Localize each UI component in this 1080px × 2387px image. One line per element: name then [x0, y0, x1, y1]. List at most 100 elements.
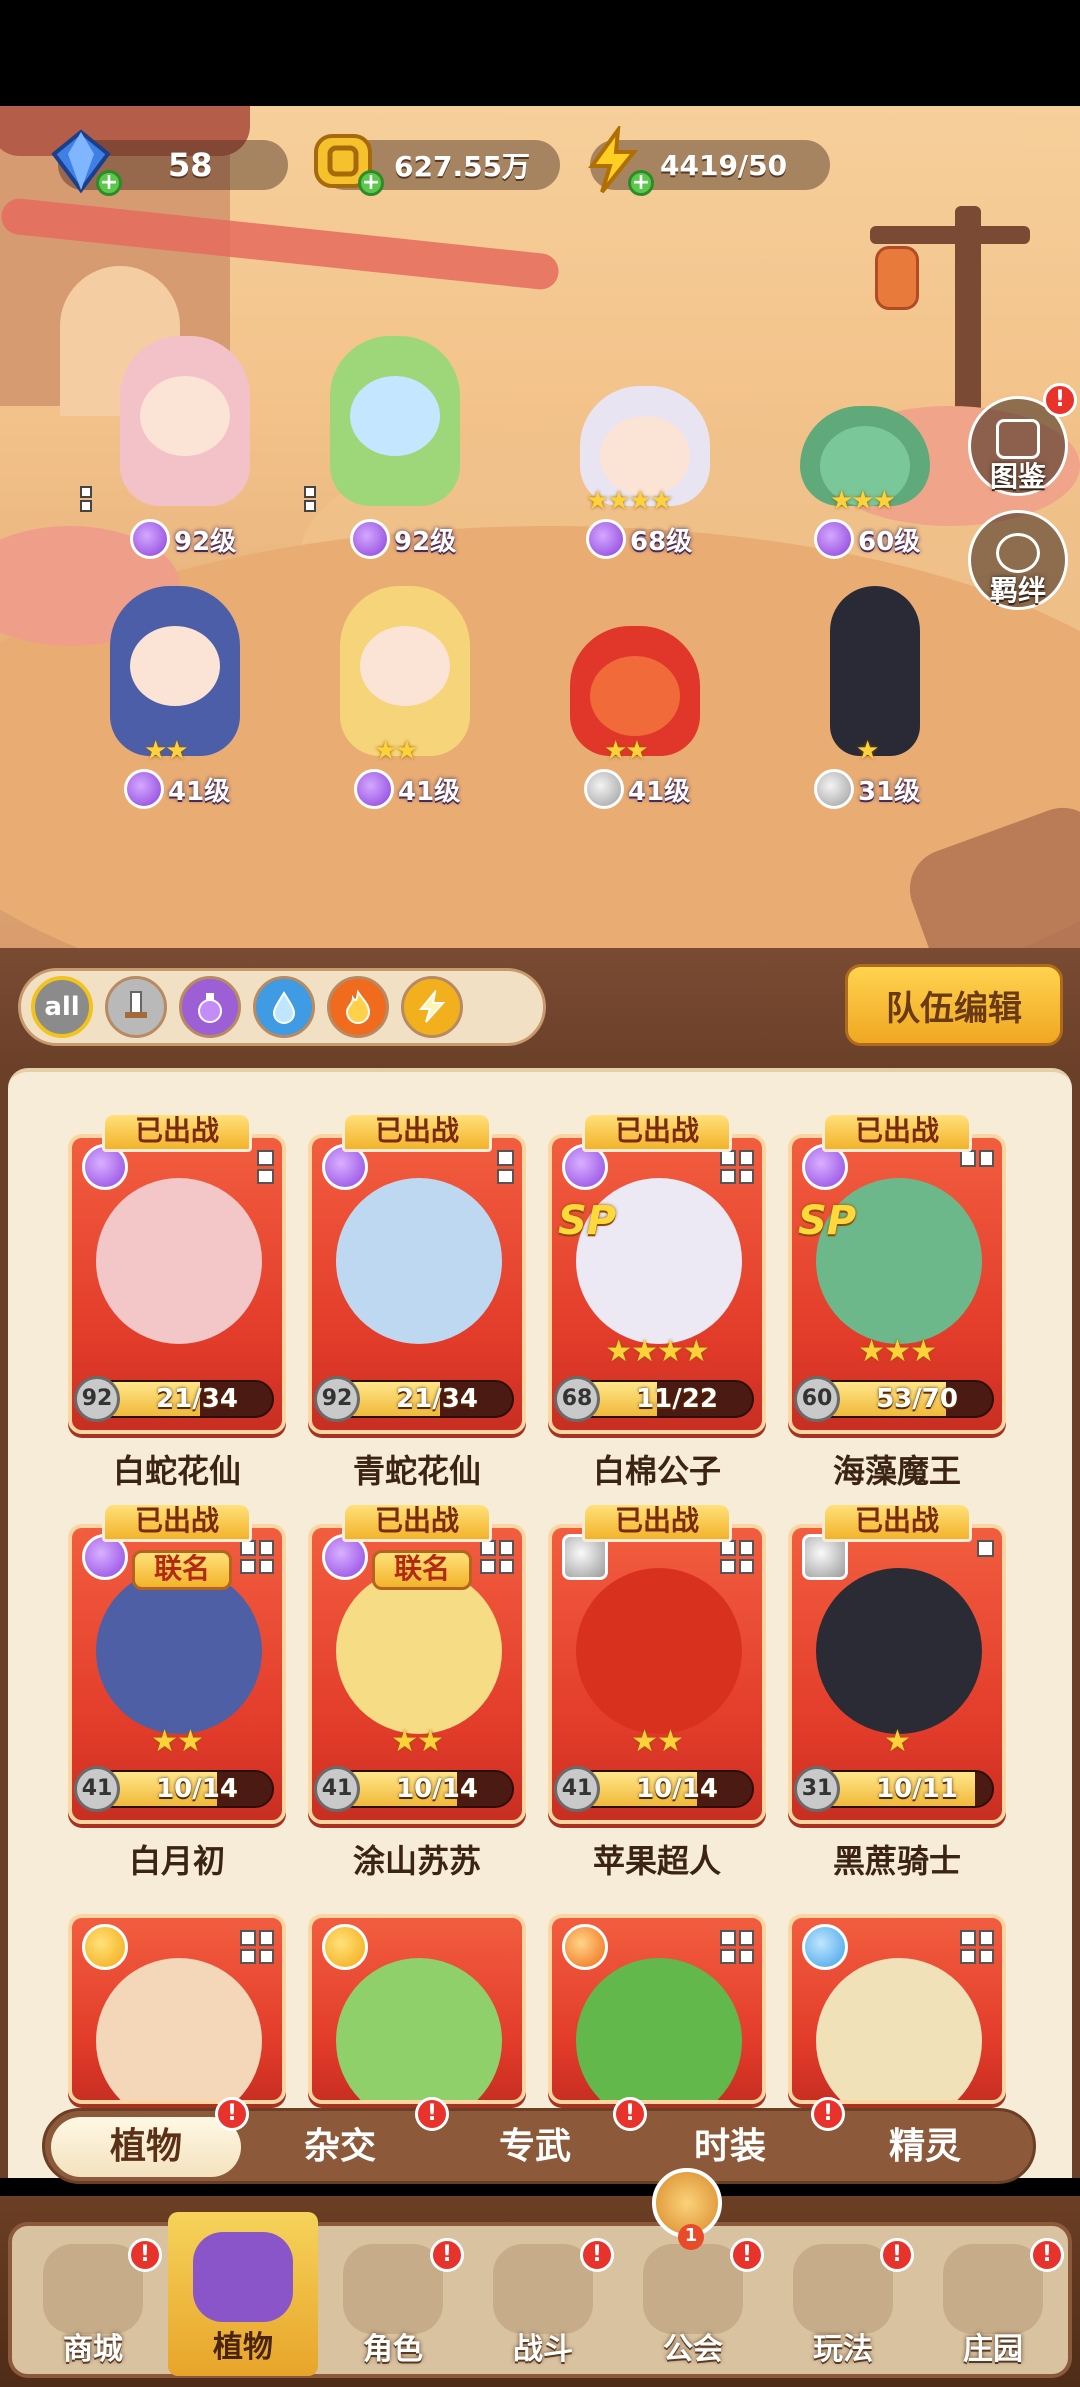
filter-water-button[interactable] [253, 976, 315, 1038]
codex-button[interactable]: 图鉴 ! [968, 383, 1077, 496]
unit-stars: ★★★★ [586, 486, 673, 516]
hero-portrait [336, 1568, 502, 1734]
lightning-icon [82, 1924, 128, 1970]
hero-card[interactable]: SP ★★★★ 11/22 68 [548, 1134, 766, 1434]
tab-plants[interactable]: 植物 [51, 2117, 241, 2177]
nav-gameplay[interactable]: 玩法 ! [768, 2226, 918, 2376]
field-unit[interactable]: ★★★★ 68级 [550, 336, 740, 566]
field-unit[interactable]: ★★★ 60级 [770, 336, 960, 566]
filter-sword-button[interactable] [105, 976, 167, 1038]
hero-card[interactable]: SP ★★★ 53/70 60 [788, 1134, 1006, 1434]
add-energy-icon[interactable]: + [628, 170, 654, 196]
filter-strip: all 队伍编辑 [0, 948, 1080, 1068]
nav-characters[interactable]: 角色 ! [318, 2226, 468, 2376]
tab-exclusive-weapon[interactable]: 专武 [440, 2117, 630, 2177]
hero-level-badge: 60 [794, 1376, 840, 1422]
gold-value: 627.55万 [394, 150, 531, 183]
lightning-icon [322, 1924, 368, 1970]
hero-portrait [96, 1568, 262, 1734]
hero-card[interactable] [548, 1914, 766, 2104]
hero-card[interactable]: ★★ 10/14 41 [548, 1524, 766, 1824]
deployed-badge: 已出战 [102, 1502, 252, 1542]
alert-icon: ! [811, 2097, 845, 2131]
deployed-badge: 已出战 [582, 1112, 732, 1152]
alert-icon: ! [1030, 2238, 1064, 2272]
bottom-nav-row: 商城 ! 植物 角色 ! 战斗 ! 公会 ! 玩法 ! 庄园 ! [8, 2212, 1072, 2378]
tab-hybrid[interactable]: 杂交 [245, 2117, 435, 2177]
nav-manor[interactable]: 庄园 ! [918, 2226, 1068, 2376]
potion-icon [124, 769, 164, 809]
hero-portrait [96, 1958, 262, 2100]
gem-counter[interactable]: + 58 [51, 129, 288, 196]
hero-card[interactable]: 21/34 92 [68, 1134, 286, 1434]
bond-icon [996, 533, 1040, 573]
field-unit[interactable]: ★★ 41级 [540, 586, 730, 816]
hero-face [130, 626, 220, 706]
filter-bolt-button[interactable] [401, 976, 463, 1038]
add-gold-icon[interactable]: + [358, 170, 384, 196]
hero-portrait [816, 1958, 982, 2100]
unit-stars: ★★★ [830, 486, 896, 516]
field-unit[interactable]: 92级 [300, 336, 490, 566]
category-tabs: 植物 杂交 专武 时装 精灵 ! ! ! ! [42, 2097, 1036, 2184]
union-badge: 联名 [132, 1550, 232, 1590]
hero-card[interactable]: ★ 10/11 31 [788, 1524, 1006, 1824]
field-unit[interactable]: ★ 31级 [780, 586, 970, 816]
hero-card[interactable]: 21/34 92 [308, 1134, 526, 1434]
team-edit-button[interactable]: 队伍编辑 [845, 964, 1063, 1046]
formation-icon [480, 1540, 514, 1574]
union-badge: 联名 [372, 1550, 472, 1590]
hero-stars: ★★★★ [605, 1334, 710, 1369]
scene-lantern [875, 246, 919, 310]
hero-card[interactable]: 联名 ★★ 10/14 41 [68, 1524, 286, 1824]
unit-level: 41级 [584, 769, 690, 809]
gameplay-icon [793, 2244, 893, 2334]
potion-icon [198, 993, 222, 1023]
formation-icon [960, 1150, 994, 1167]
battle-scene: + 58 + 627.55万 + 4419/50 图鉴 ! 羁绊 92级 92级… [0, 106, 1080, 948]
add-gem-icon[interactable]: + [96, 170, 122, 196]
nav-battle[interactable]: 战斗 ! [468, 2226, 618, 2376]
hero-face [590, 656, 680, 736]
bond-button[interactable]: 羁绊 [968, 510, 1068, 610]
guild-notice-icon[interactable]: 1 [652, 2168, 722, 2250]
alert-icon: ! [880, 2238, 914, 2272]
hero-level-badge: 92 [314, 1376, 360, 1422]
filter-all-button[interactable]: all [31, 976, 93, 1038]
character-icon [343, 2244, 443, 2334]
formation-icon [720, 1150, 754, 1184]
hero-name: 白蛇花仙 [112, 1452, 241, 1490]
hero-portrait [576, 1568, 742, 1734]
shard-count: 10/14 [396, 1774, 478, 1804]
gem-value: 58 [168, 146, 213, 184]
hero-card[interactable] [68, 1914, 286, 2104]
energy-counter[interactable]: + 4419/50 [588, 126, 830, 196]
unit-stars: ★★ [604, 736, 649, 766]
hero-card[interactable] [308, 1914, 526, 2104]
field-unit[interactable]: 92级 [80, 336, 280, 566]
alert-icon: ! [580, 2238, 614, 2272]
field-unit[interactable]: ★★ 41级 [310, 586, 500, 816]
unit-level: 68级 [586, 519, 692, 559]
potion-icon [814, 519, 854, 559]
nav-shop[interactable]: 商城 ! [18, 2226, 168, 2376]
filter-potion-button[interactable] [179, 976, 241, 1038]
nav-plants[interactable]: 植物 [168, 2212, 318, 2376]
sp-badge: SP [798, 1198, 857, 1244]
filter-fire-button[interactable] [327, 976, 389, 1038]
unit-level: 92级 [130, 519, 236, 559]
hero-card[interactable]: 联名 ★★ 10/14 41 [308, 1524, 526, 1824]
unit-stars: ★★ [374, 736, 419, 766]
formation-icon [720, 1540, 754, 1574]
shard-count: 53/70 [876, 1384, 958, 1414]
guild-icon [643, 2244, 743, 2334]
gold-counter[interactable]: + 627.55万 [314, 134, 560, 196]
alert-icon: ! [430, 2238, 464, 2272]
shard-count: 10/11 [876, 1774, 958, 1804]
manor-icon [943, 2244, 1043, 2334]
tab-costume[interactable]: 时装 [635, 2117, 825, 2177]
field-unit[interactable]: ★★ 41级 [80, 586, 270, 816]
unit-level: 41级 [124, 769, 230, 809]
hero-card[interactable] [788, 1914, 1006, 2104]
tab-spirit[interactable]: 精灵 [830, 2117, 1020, 2177]
